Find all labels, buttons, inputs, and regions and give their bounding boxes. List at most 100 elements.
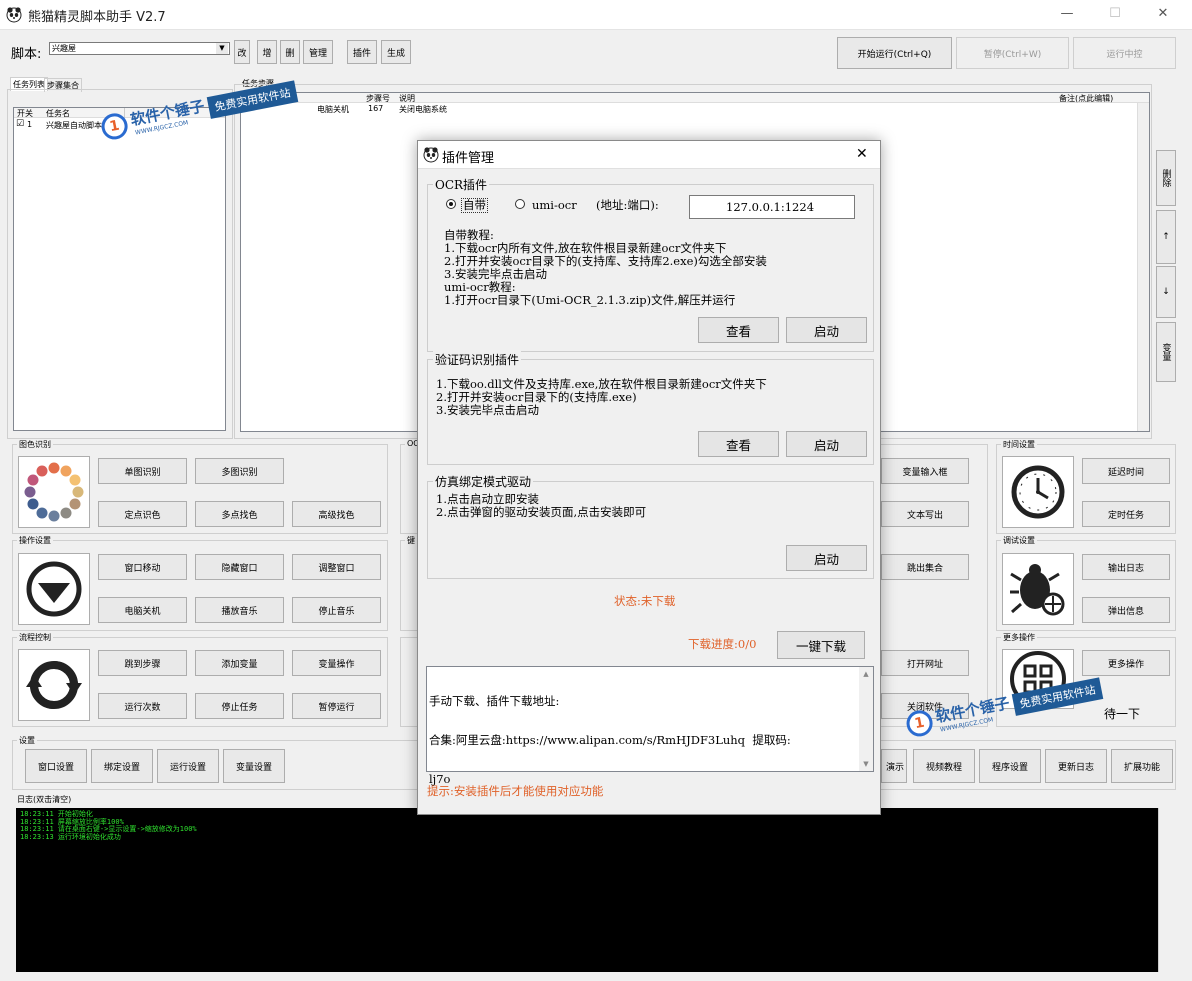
- bind-settings-button[interactable]: 绑定设置: [91, 749, 153, 783]
- video-tutorial-button[interactable]: 视频教程: [913, 749, 975, 783]
- adjust-window-button[interactable]: 调整窗口: [292, 554, 381, 580]
- group-label: 操作设置: [17, 535, 53, 546]
- stop-music-button[interactable]: 停止音乐: [292, 597, 381, 623]
- add-script-button[interactable]: 增: [257, 40, 277, 64]
- more-operations-button[interactable]: 更多操作: [1082, 650, 1170, 676]
- edit-script-button[interactable]: 改: [234, 40, 250, 64]
- group-label: 验证码识别插件: [433, 351, 522, 368]
- download-links-textarea[interactable]: 手动下载、插件下载地址: 合集:阿里云盘:https://www.alipan.…: [426, 666, 874, 903]
- pause-button[interactable]: 暂停(Ctrl+W): [956, 37, 1069, 69]
- row-step-no: 167: [368, 104, 384, 113]
- log-line: 18:23:13 运行环境初始化成功: [20, 832, 121, 841]
- captcha-view-button[interactable]: 查看: [698, 431, 779, 457]
- radio-builtin-label[interactable]: 自带: [461, 198, 488, 213]
- captcha-start-button[interactable]: 启动: [786, 431, 867, 457]
- multi-image-button[interactable]: 多图识别: [195, 458, 284, 484]
- pause-run-button[interactable]: 暂停运行: [292, 693, 381, 719]
- variable-settings-button[interactable]: 变量设置: [223, 749, 285, 783]
- radio-builtin[interactable]: [446, 199, 456, 209]
- stop-task-button[interactable]: 停止任务: [195, 693, 284, 719]
- fixed-point-color-button[interactable]: 定点识色: [98, 501, 187, 527]
- checkbox-icon[interactable]: ☑: [16, 119, 24, 129]
- group-middle-right: [880, 444, 988, 727]
- col-step-no-header: 步骤号: [366, 94, 390, 103]
- download-progress: 下载进度:0/0: [688, 637, 757, 651]
- ocr-view-button[interactable]: 查看: [698, 317, 779, 343]
- task-table[interactable]: 开关 任务名 ☑ 1 兴趣屋自动脚本: [13, 107, 226, 431]
- delete-script-button[interactable]: 删: [280, 40, 300, 64]
- multi-point-color-button[interactable]: 多点找色: [195, 501, 284, 527]
- add-variable-button[interactable]: 添加变量: [195, 650, 284, 676]
- shutdown-button[interactable]: 电脑关机: [98, 597, 187, 623]
- radio-umi-label[interactable]: umi-ocr: [532, 199, 577, 212]
- instruction-line: 2.点击弹窗的驱动安装页面,点击安装即可: [436, 505, 647, 519]
- link-line: [ocr插件、验证码插件]: [429, 850, 549, 864]
- move-down-button[interactable]: ↓: [1156, 266, 1176, 318]
- running-control-button[interactable]: 运行中控: [1073, 37, 1176, 69]
- jump-step-button[interactable]: 跳到步骤: [98, 650, 187, 676]
- update-log-button[interactable]: 更新日志: [1045, 749, 1107, 783]
- variable-button[interactable]: 变量: [1156, 322, 1176, 382]
- log-label: 日志(双击清空): [17, 795, 72, 804]
- window-settings-button[interactable]: 窗口设置: [25, 749, 87, 783]
- link-line: [429, 812, 857, 825]
- color-dots: [24, 462, 84, 522]
- col-name-header: 任务名: [46, 109, 70, 118]
- chevron-down-icon: ▼: [216, 43, 228, 54]
- instruction-line: 1.打开ocr目录下(Umi-OCR_2.1.3.zip)文件,解压并运行: [444, 293, 736, 307]
- run-count-button[interactable]: 运行次数: [98, 693, 187, 719]
- variable-operation-button[interactable]: 变量操作: [292, 650, 381, 676]
- window-title: 熊猫精灵脚本助手 V2.7: [28, 10, 166, 25]
- group-label: 键: [405, 535, 417, 546]
- dialog-close-button[interactable]: ✕: [856, 146, 868, 162]
- script-select[interactable]: 兴趣屋 ▼: [49, 42, 230, 55]
- driver-start-button[interactable]: 启动: [786, 545, 867, 571]
- table-row[interactable]: 电脑关机 167 关闭电脑系统: [241, 104, 1149, 114]
- demo-button[interactable]: 演示: [881, 749, 907, 783]
- program-settings-button[interactable]: 程序设置: [979, 749, 1041, 783]
- generate-button[interactable]: 生成: [381, 40, 411, 64]
- group-label: OCR插件: [433, 176, 490, 193]
- manage-script-button[interactable]: 管理: [303, 40, 333, 64]
- variable-input-button[interactable]: 变量输入框: [881, 458, 969, 484]
- output-log-button[interactable]: 输出日志: [1082, 554, 1170, 580]
- ocr-start-button[interactable]: 启动: [786, 317, 867, 343]
- popup-info-button[interactable]: 弹出信息: [1082, 597, 1170, 623]
- radio-umi-ocr[interactable]: [515, 199, 525, 209]
- address-input[interactable]: 127.0.0.1:1224: [689, 195, 855, 219]
- group-label: 调试设置: [1001, 535, 1037, 546]
- minimize-button[interactable]: —: [1042, 0, 1092, 30]
- run-settings-button[interactable]: 运行设置: [157, 749, 219, 783]
- group-label: 图色识别: [17, 439, 53, 450]
- single-image-button[interactable]: 单图识别: [98, 458, 187, 484]
- more-extra-text: 待一下: [1104, 707, 1141, 721]
- extend-functions-button[interactable]: 扩展功能: [1111, 749, 1173, 783]
- delay-time-button[interactable]: 延迟时间: [1082, 458, 1170, 484]
- vertical-scrollbar[interactable]: [1137, 103, 1149, 431]
- text-write-button[interactable]: 文本写出: [881, 501, 969, 527]
- delete-step-button[interactable]: 删除: [1156, 150, 1176, 206]
- group-label: 设置: [17, 735, 37, 746]
- loop-arrows-icon: [18, 649, 90, 721]
- scheduled-task-button[interactable]: 定时任务: [1082, 501, 1170, 527]
- arrow-down-circle-icon: [18, 553, 90, 625]
- row-index: 1: [27, 120, 33, 129]
- hide-window-button[interactable]: 隐藏窗口: [195, 554, 284, 580]
- move-window-button[interactable]: 窗口移动: [98, 554, 187, 580]
- advanced-color-button[interactable]: 高级找色: [292, 501, 381, 527]
- close-button[interactable]: ✕: [1138, 0, 1188, 30]
- move-up-button[interactable]: ↑: [1156, 210, 1176, 264]
- download-all-button[interactable]: 一键下载: [777, 631, 865, 659]
- open-url-button[interactable]: 打开网址: [881, 650, 969, 676]
- exit-set-button[interactable]: 跳出集合: [881, 554, 969, 580]
- group-label: 更多操作: [1001, 632, 1037, 643]
- plugin-button[interactable]: 插件: [347, 40, 377, 64]
- panda-app-icon: [6, 7, 22, 23]
- textarea-scrollbar[interactable]: ▲ ▼: [859, 667, 873, 771]
- captcha-instructions: 1.下载oo.dll文件及支持库.exe,放在软件根目录新建ocr文件夹下 2.…: [436, 378, 767, 417]
- log-scrollbar[interactable]: [1158, 808, 1174, 972]
- maximize-button[interactable]: ☐: [1090, 0, 1140, 30]
- start-run-button[interactable]: 开始运行(Ctrl+Q): [837, 37, 952, 69]
- play-music-button[interactable]: 播放音乐: [195, 597, 284, 623]
- link-line: 蓝奏云:https://wwm.lanzouo.com/b00hpvr50h 密…: [429, 889, 755, 903]
